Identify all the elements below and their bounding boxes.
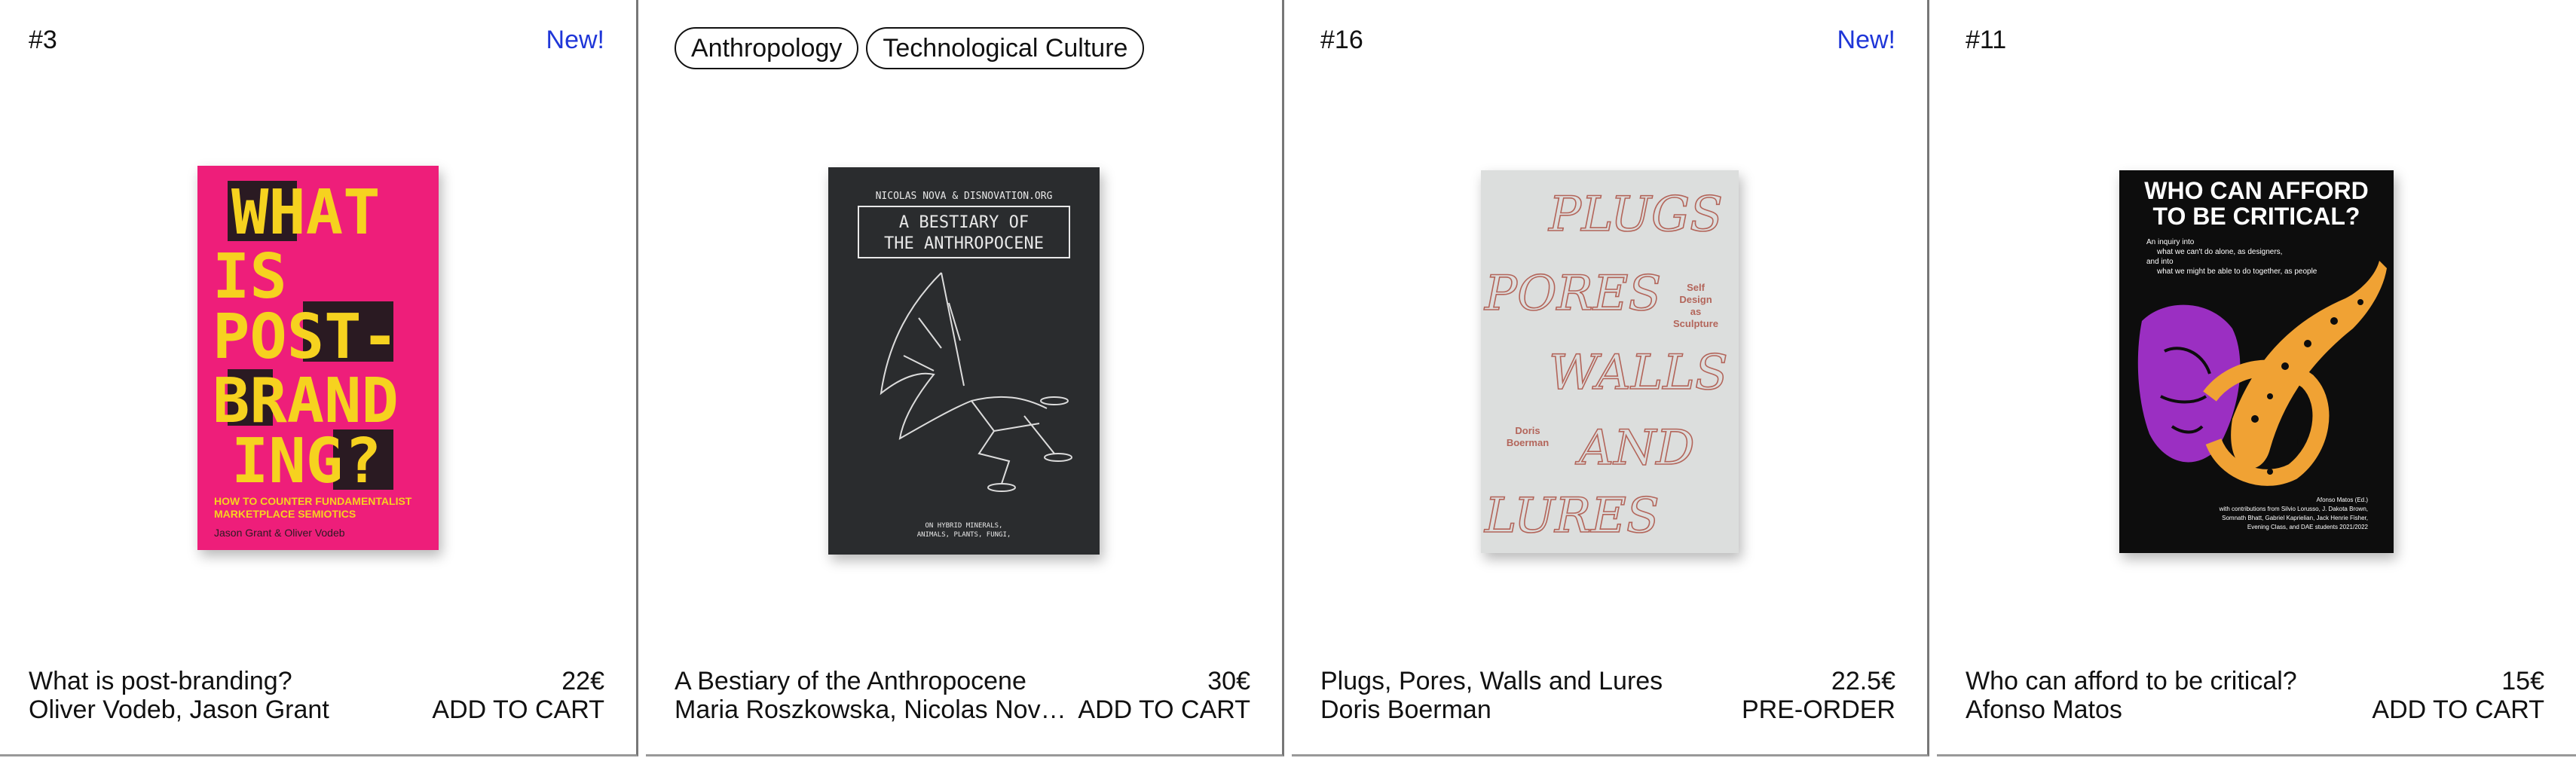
cover-subtitle: MARKETPLACE SEMIOTICS xyxy=(214,508,356,520)
new-badge: New! xyxy=(546,26,604,54)
product-authors: Maria Roszkowska, Nicolas Nova,... xyxy=(675,695,1066,724)
cover-description: what we can't do alone, as designers, xyxy=(2156,248,2282,256)
book-cover-image[interactable]: WHO CAN AFFORD TO BE CRITICAL? An inquir… xyxy=(2119,170,2394,553)
cover-description: and into xyxy=(2146,258,2174,266)
cover-credits: Evening Class, and DAE students 2021/202… xyxy=(2247,524,2369,530)
cover-line: WHAT xyxy=(231,177,380,249)
cover-script-word: PLUGS xyxy=(1548,187,1723,243)
cover-credits: with contributions from Silvio Lorusso, … xyxy=(2219,506,2368,512)
product-price: 30€ xyxy=(1207,667,1250,695)
cover-subtitle: HOW TO COUNTER FUNDAMENTALIST xyxy=(214,495,412,507)
cover-title: WHO CAN AFFORD xyxy=(2144,177,2368,204)
cover-script-word: PORES xyxy=(1484,266,1661,322)
cover-side-title: as xyxy=(1690,306,1700,317)
book-cover-image[interactable]: PLUGS PORES WALLS AND LURES Self Design … xyxy=(1480,170,1739,553)
cover-side-title: Self xyxy=(1687,282,1706,293)
cover-side-title: Design xyxy=(1679,294,1712,305)
cover-title: THE ANTHROPOCENE xyxy=(884,234,1044,253)
cover-title: A BESTIARY OF xyxy=(899,213,1029,232)
product-grid: #3 New! WHAT IS POST- BRAND ING ? HOW TO… xyxy=(0,0,2576,761)
cover-description: what we might be able to do together, as… xyxy=(2156,267,2317,276)
tag-anthropology[interactable]: Anthropology xyxy=(675,27,859,69)
product-price: 15€ xyxy=(2501,667,2544,695)
cover-line: POST- xyxy=(213,301,399,373)
tag-technological-culture[interactable]: Technological Culture xyxy=(866,27,1145,69)
product-title[interactable]: Plugs, Pores, Walls and Lures xyxy=(1320,667,1663,695)
product-title[interactable]: Who can afford to be critical? xyxy=(1966,667,2297,695)
product-authors: Oliver Vodeb, Jason Grant xyxy=(29,695,329,724)
new-badge: New! xyxy=(1837,26,1895,54)
cover-author: Boerman xyxy=(1506,437,1548,448)
product-card[interactable]: #11 WHO CAN AFFORD TO BE CRITICAL? An in… xyxy=(1937,0,2576,756)
product-number: #16 xyxy=(1320,26,1363,54)
pre-order-button[interactable]: PRE-ORDER xyxy=(1742,695,1895,724)
product-number: #3 xyxy=(29,26,57,54)
add-to-cart-button[interactable]: ADD TO CART xyxy=(432,695,604,724)
product-card[interactable]: #3 New! WHAT IS POST- BRAND ING ? HOW TO… xyxy=(0,0,638,756)
cover-side-title: Sculpture xyxy=(1673,318,1718,329)
cover-line: ? xyxy=(344,426,381,497)
cover-script-word: AND xyxy=(1575,420,1695,476)
product-title[interactable]: A Bestiary of the Anthropocene xyxy=(675,667,1026,695)
add-to-cart-button[interactable]: ADD TO CART xyxy=(2372,695,2544,724)
cover-script-word: WALLS xyxy=(1549,345,1728,401)
product-price: 22€ xyxy=(561,667,604,695)
book-cover-image[interactable]: NICOLAS NOVA & DISNOVATION.ORG A BESTIAR… xyxy=(828,167,1100,555)
cover-title: TO BE CRITICAL? xyxy=(2153,203,2360,230)
product-number: #11 xyxy=(1966,26,2007,54)
cover-script-word: LURES xyxy=(1484,488,1660,544)
add-to-cart-button[interactable]: ADD TO CART xyxy=(1078,695,1250,724)
product-card[interactable]: #16 New! PLUGS PORES WALLS AND LURES Sel… xyxy=(1292,0,1929,756)
product-price: 22.5€ xyxy=(1831,667,1895,695)
tag-list: Anthropology Technological Culture xyxy=(675,27,1145,69)
product-card[interactable]: Anthropology Technological Culture NICOL… xyxy=(646,0,1284,756)
cover-publisher: NICOLAS NOVA & DISNOVATION.ORG xyxy=(876,191,1053,202)
book-cover-image[interactable]: WHAT IS POST- BRAND ING ? HOW TO COUNTER… xyxy=(197,166,439,550)
cover-author: Doris xyxy=(1515,425,1540,436)
product-authors: Doris Boerman xyxy=(1320,695,1491,724)
cover-subtext: ON HYBRID MINERALS, xyxy=(925,522,1003,530)
product-authors: Afonso Matos xyxy=(1966,695,2122,724)
cover-credits: Somnath Bhatt, Gabriel Kaprielian, Jack … xyxy=(2222,515,2368,521)
cover-authors: Jason Grant & Oliver Vodeb xyxy=(214,527,345,539)
cover-description: An inquiry into xyxy=(2146,238,2195,246)
cover-credits: Afonso Matos (Ed.) xyxy=(2317,497,2369,503)
product-title[interactable]: What is post-branding? xyxy=(29,667,292,695)
cover-subtext: ANIMALS, PLANTS, FUNGI, xyxy=(917,531,1011,539)
cover-line: ING xyxy=(231,426,343,497)
